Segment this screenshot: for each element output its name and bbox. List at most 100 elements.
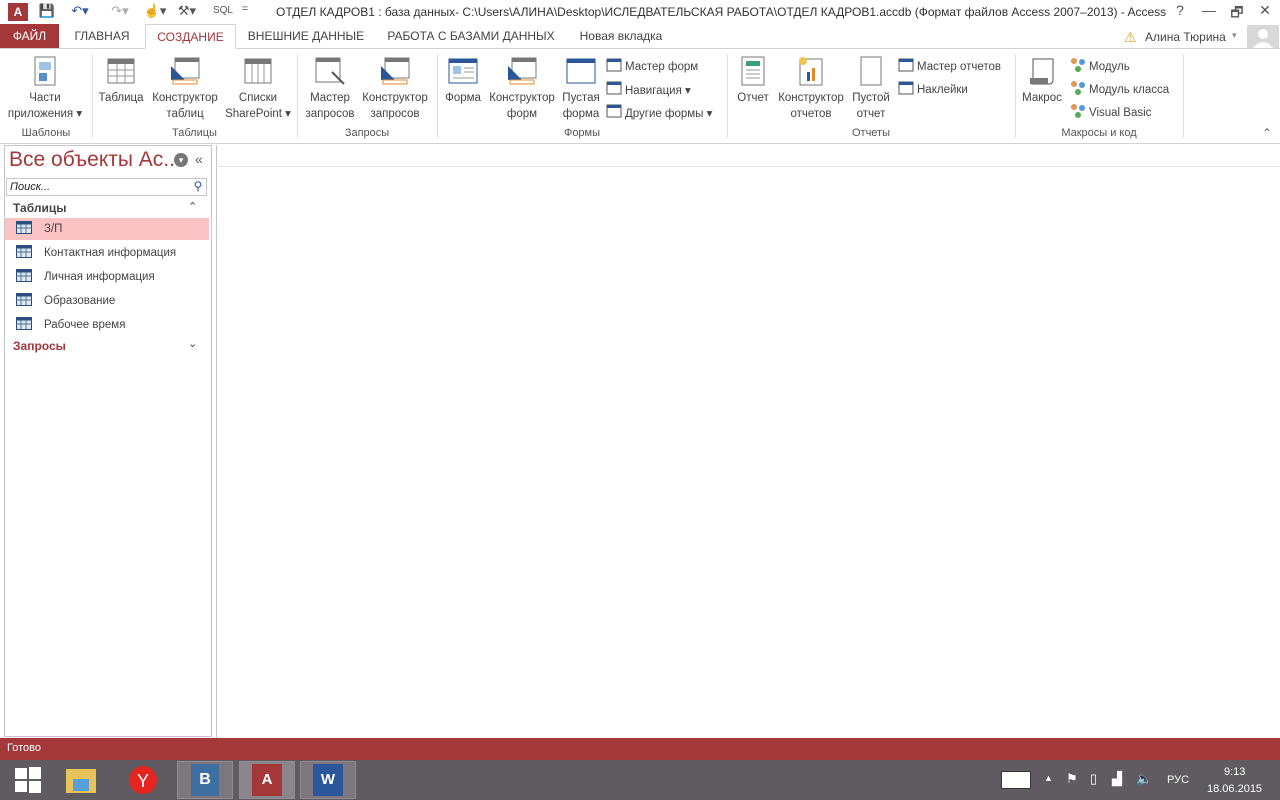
touch-keyboard-icon[interactable]: [1001, 771, 1031, 789]
avatar[interactable]: [1247, 25, 1279, 48]
button-label: Модуль: [1089, 60, 1130, 73]
windows-icon: [15, 767, 41, 793]
help-button[interactable]: ?: [1165, 2, 1195, 22]
nav-menu-dropdown-icon[interactable]: ▾: [174, 153, 188, 167]
table-icon: [16, 221, 32, 237]
access-logo-icon: A: [8, 3, 28, 21]
module-icon: [1070, 57, 1086, 76]
minimize-button[interactable]: —: [1194, 2, 1224, 22]
battery-icon[interactable]: ▯: [1090, 771, 1097, 787]
nav-search-input[interactable]: Поиск...: [6, 178, 207, 196]
button-label: Конструктор: [152, 92, 218, 104]
ribbon-group-label: Макросы и код: [1061, 127, 1137, 139]
group-separator: [297, 54, 298, 138]
vk-button[interactable]: B: [177, 761, 233, 799]
yandex-browser-button[interactable]: Y: [115, 761, 171, 799]
table-icon: [16, 317, 32, 333]
navigation-button[interactable]: Навигация ▾: [606, 80, 691, 99]
nav-table-item[interactable]: Образование: [5, 290, 209, 312]
more-forms-button[interactable]: Другие формы ▾: [606, 103, 712, 122]
nav-table-item[interactable]: Рабочее время: [5, 314, 209, 336]
folder-icon: [66, 769, 96, 793]
nav-pane-title[interactable]: Все объекты Ac...: [9, 148, 181, 172]
nav-item-label: Контактная информация: [44, 247, 177, 259]
ribbon-group-label: Формы: [563, 127, 601, 139]
nav-item-label: Личная информация: [44, 271, 155, 283]
nav-item-label: Образование: [44, 295, 116, 307]
window-title: ОТДЕЛ КАДРОВ1 : база данных- C:\Users\АЛ…: [276, 5, 1167, 19]
tab-new[interactable]: Новая вкладка: [572, 24, 670, 49]
customize-qat-button[interactable]: =: [240, 3, 250, 21]
labels-button[interactable]: Наклейки: [898, 80, 968, 99]
tables-group-header[interactable]: Таблицы: [13, 201, 66, 215]
queries-group-header[interactable]: Запросы: [13, 339, 66, 353]
restore-button[interactable]: 🗗: [1222, 2, 1252, 22]
tab-external-data[interactable]: ВНЕШНИЕ ДАННЫЕ: [242, 24, 370, 49]
language-indicator[interactable]: РУС: [1167, 774, 1189, 786]
undo-icon[interactable]: ↶▾: [66, 3, 94, 21]
tab-create[interactable]: СОЗДАНИЕ: [145, 24, 236, 49]
vk-icon: B: [191, 764, 219, 796]
nav-table-item[interactable]: Контактная информация: [5, 242, 209, 264]
app-parts-button[interactable]: Части приложения ▾: [5, 52, 85, 122]
collapse-group-icon[interactable]: ⌃: [188, 200, 197, 213]
button-label: Списки: [238, 92, 278, 104]
module-icon: [1070, 103, 1086, 122]
file-explorer-button[interactable]: [53, 761, 109, 799]
doc-icon: [5, 56, 85, 86]
nav-item-label: З/П: [44, 223, 63, 235]
touch-mode-icon[interactable]: ☝▾: [142, 3, 168, 21]
table-icon: [16, 269, 32, 285]
network-icon[interactable]: ▟: [1112, 771, 1122, 787]
button-label: Модуль класса: [1089, 83, 1170, 96]
user-name[interactable]: Алина Тюрина: [1145, 30, 1226, 44]
module-icon: [1070, 80, 1086, 99]
button-label: таблиц: [166, 108, 204, 120]
form-icon: [898, 80, 914, 99]
sql-button[interactable]: SQL: [212, 5, 234, 23]
visual-basic-button[interactable]: Visual Basic: [1070, 103, 1151, 122]
action-center-icon[interactable]: ⚑: [1066, 771, 1078, 787]
report-wizard-button[interactable]: Мастер отчетов: [898, 57, 1001, 76]
nav-table-item[interactable]: З/П: [5, 218, 209, 240]
expand-group-icon[interactable]: ⌄: [188, 337, 197, 350]
nav-item-label: Рабочее время: [44, 319, 126, 331]
show-hidden-icons[interactable]: ▲: [1044, 773, 1053, 783]
ribbon-group-label: Таблицы: [172, 127, 217, 139]
button-label: SharePoint ▾: [225, 108, 291, 120]
sharepoint-lists-button[interactable]: Списки SharePoint ▾: [218, 52, 298, 122]
access-taskbar-button[interactable]: A: [239, 761, 295, 799]
word-taskbar-button[interactable]: W: [300, 761, 356, 799]
tab-database-tools[interactable]: РАБОТА С БАЗАМИ ДАННЫХ: [380, 24, 562, 49]
group-separator: [92, 54, 93, 138]
collapse-ribbon-button[interactable]: ⌃: [1262, 126, 1272, 140]
table-icon: [16, 245, 32, 261]
redo-icon[interactable]: ↷▾: [106, 3, 134, 21]
table-design-button[interactable]: Конструктор таблиц: [145, 52, 225, 122]
design-icon: [145, 56, 225, 86]
tab-home[interactable]: ГЛАВНАЯ: [64, 24, 140, 49]
close-button[interactable]: ✕: [1250, 2, 1280, 22]
tools-icon[interactable]: ⚒▾: [174, 3, 200, 21]
form-icon: [898, 57, 914, 76]
status-text: Готово: [7, 742, 41, 754]
form-wizard-button[interactable]: Мастер форм: [606, 57, 698, 76]
start-button[interactable]: [0, 761, 56, 799]
button-label: приложения ▾: [7, 108, 83, 120]
class-module-button[interactable]: Модуль класса: [1070, 80, 1169, 99]
user-dropdown-icon[interactable]: ▾: [1232, 30, 1237, 41]
nav-table-item[interactable]: Личная информация: [5, 266, 209, 288]
module-button[interactable]: Модуль: [1070, 57, 1130, 76]
status-bar: Готово: [0, 738, 1280, 760]
tab-file[interactable]: ФАЙЛ: [0, 24, 59, 49]
save-icon[interactable]: 💾: [38, 3, 56, 21]
yandex-icon: Y: [129, 766, 157, 794]
access-icon: A: [252, 764, 282, 796]
sp-icon: [218, 56, 298, 86]
form-icon: [606, 80, 622, 99]
search-icon[interactable]: ⚲: [190, 179, 206, 195]
shutter-bar-close-button[interactable]: «: [195, 151, 203, 167]
clock-date[interactable]: 18.06.2015: [1207, 783, 1262, 795]
volume-icon[interactable]: 🔈: [1136, 771, 1152, 787]
clock-time[interactable]: 9:13: [1224, 766, 1245, 778]
